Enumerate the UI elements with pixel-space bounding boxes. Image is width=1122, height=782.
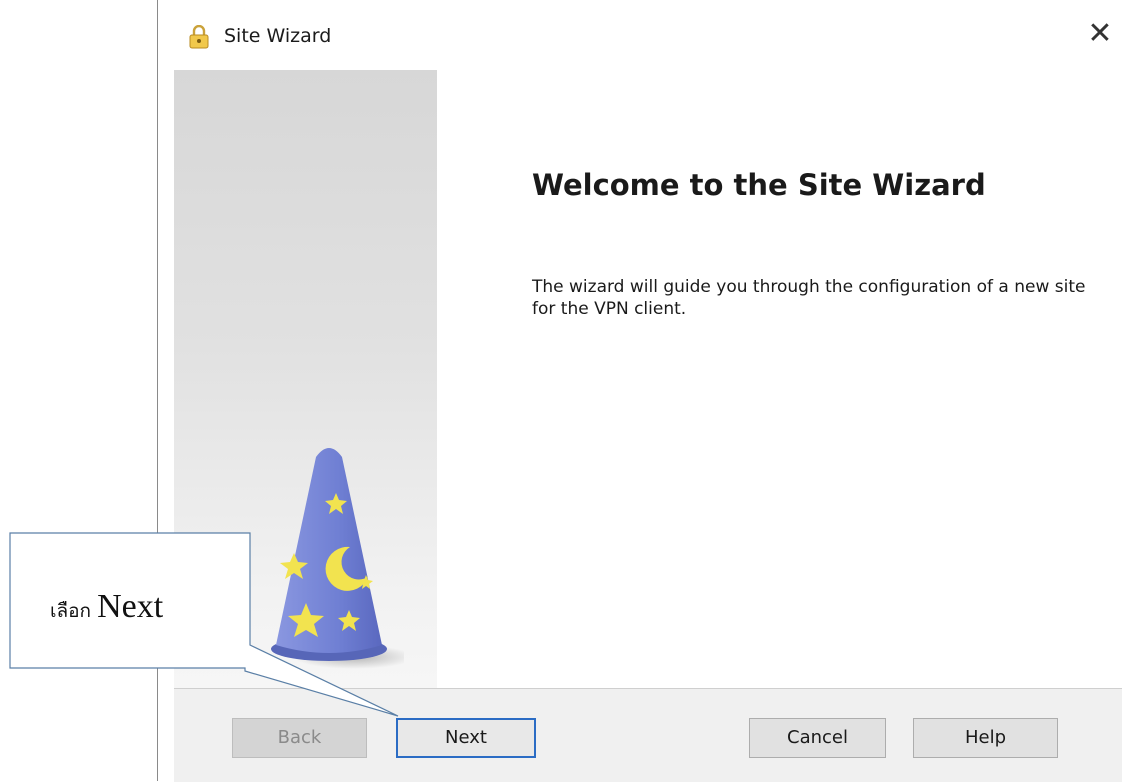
close-button[interactable]: ✕ [1078, 14, 1122, 54]
annotation-thai-text: เลือก [50, 600, 92, 622]
next-button[interactable]: Next [396, 718, 536, 758]
page-description: The wizard will guide you through the co… [532, 277, 1086, 319]
window-title: Site Wizard [224, 25, 332, 47]
button-bar: Back Next Cancel Help [174, 688, 1122, 782]
cancel-button[interactable]: Cancel [749, 718, 886, 758]
wizard-content: Welcome to the Site Wizard The wizard wi… [437, 70, 1122, 688]
title-bar: Site Wizard ✕ [158, 0, 1122, 72]
annotation-label: เลือก Next [50, 588, 163, 626]
wizard-side-panel [174, 70, 438, 688]
padlock-icon [189, 25, 209, 49]
back-button[interactable]: Back [232, 718, 367, 758]
site-wizard-dialog: Site Wizard ✕ Welcome to the Site Wizard… [157, 0, 1122, 782]
help-button[interactable]: Help [913, 718, 1058, 758]
annotation-english-text: Next [97, 588, 164, 625]
wizard-hat-icon [271, 448, 404, 669]
close-icon: ✕ [1087, 16, 1113, 51]
page-title: Welcome to the Site Wizard [532, 168, 986, 202]
